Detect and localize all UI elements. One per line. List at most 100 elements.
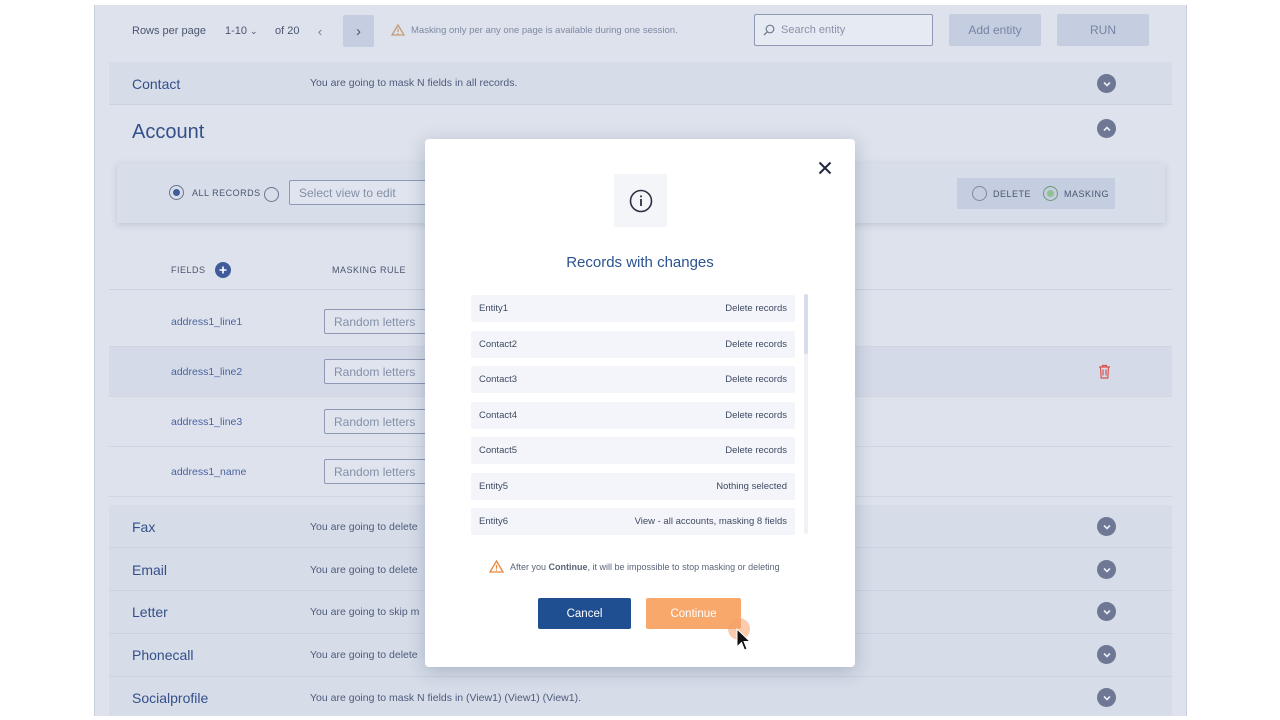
- expand-toggle[interactable]: [1097, 560, 1116, 579]
- action-toggle-group: DELETE MASKING: [957, 178, 1115, 209]
- masking-rule-value: Random letters: [334, 464, 416, 479]
- select-view-input[interactable]: Select view to edit: [289, 180, 439, 205]
- masking-warning-text: Masking only per any one page is availab…: [411, 24, 678, 36]
- entity-title: Email: [132, 562, 168, 578]
- chevron-down-icon: [1102, 695, 1111, 701]
- run-button[interactable]: RUN: [1057, 14, 1149, 46]
- add-entity-button[interactable]: Add entity: [949, 14, 1041, 46]
- record-action: Delete records: [725, 339, 787, 350]
- scrollbar-thumb[interactable]: [804, 294, 808, 354]
- collapse-toggle[interactable]: [1097, 119, 1116, 138]
- entity-row-socialprofile[interactable]: Socialprofile You are going to mask N fi…: [109, 677, 1172, 716]
- entity-description: You are going to skip m: [310, 606, 420, 618]
- expand-toggle[interactable]: [1097, 688, 1116, 707]
- warning-pre: After you: [510, 561, 549, 572]
- record-action: Delete records: [725, 410, 787, 421]
- masking-warning: Masking only per any one page is availab…: [391, 24, 678, 36]
- field-name: address1_line1: [171, 316, 243, 328]
- delete-label: DELETE: [993, 188, 1032, 199]
- view-radio[interactable]: [264, 187, 279, 203]
- chevron-down-icon: [1102, 81, 1111, 87]
- entity-title: Account: [132, 121, 205, 143]
- modal-title: Records with changes: [566, 254, 714, 271]
- expand-toggle[interactable]: [1097, 74, 1116, 93]
- entity-title: Contact: [132, 76, 181, 92]
- plus-icon: [219, 266, 227, 274]
- warning-post: , it will be impossible to stop masking …: [587, 561, 780, 572]
- masking-rule-value: Random letters: [334, 314, 416, 329]
- warning-icon: [489, 560, 504, 573]
- masking-radio[interactable]: [1043, 186, 1059, 201]
- list-item: Contact4 Delete records: [471, 402, 795, 429]
- record-action: Delete records: [725, 303, 787, 314]
- entity-description: You are going to delete: [310, 564, 418, 576]
- cancel-button[interactable]: Cancel: [538, 598, 631, 629]
- close-button[interactable]: [814, 157, 836, 179]
- records-list[interactable]: Entity1 Delete records Contact2 Delete rec…: [425, 294, 855, 538]
- expand-toggle[interactable]: [1097, 645, 1116, 664]
- search-icon: [763, 24, 775, 36]
- list-item: Contact2 Delete records: [471, 331, 795, 358]
- search-placeholder: Search entity: [781, 24, 846, 36]
- chevron-right-icon: ›: [356, 22, 361, 40]
- entity-description: You are going to delete: [310, 649, 418, 661]
- cursor-icon: [736, 628, 752, 651]
- entity-title: Phonecall: [132, 647, 194, 663]
- chevron-down-icon: [1102, 652, 1111, 658]
- list-item: Entity6 View - all accounts, masking 8 fi…: [471, 508, 795, 535]
- field-name: address1_name: [171, 466, 247, 478]
- list-item: Contact3 Delete records: [471, 366, 795, 393]
- record-action: View - all accounts, masking 8 fields: [634, 516, 787, 527]
- list-item: Entity5 Nothing selected: [471, 473, 795, 500]
- search-input[interactable]: Search entity: [754, 14, 933, 46]
- masking-rule-value: Random letters: [334, 364, 416, 379]
- continue-warning: After you Continue, it will be impossibl…: [489, 560, 780, 573]
- chevron-down-icon: ⌄: [250, 25, 258, 36]
- chevron-down-icon: [1102, 524, 1111, 530]
- entity-description: You are going to mask N fields in (View1…: [310, 692, 581, 704]
- all-records-radio[interactable]: ALL RECORDS: [169, 185, 261, 200]
- continue-warning-text: After you Continue, it will be impossibl…: [510, 562, 780, 572]
- warning-bold: Continue: [548, 561, 588, 572]
- entity-description: You are going to mask N fields in all re…: [310, 77, 518, 89]
- expand-toggle[interactable]: [1097, 517, 1116, 536]
- masking-rule-value: Random letters: [334, 414, 416, 429]
- trash-icon: [1099, 364, 1110, 379]
- fields-header: FIELDS: [171, 262, 231, 278]
- entity-description: You are going to delete: [310, 521, 418, 533]
- expand-toggle[interactable]: [1097, 602, 1116, 621]
- masking-rule-header: MASKING RULE: [332, 265, 407, 275]
- record-action: Delete records: [725, 445, 787, 456]
- record-entity: Contact4: [479, 410, 518, 421]
- delete-field-button[interactable]: [1098, 364, 1111, 384]
- entity-row-contact[interactable]: Contact You are going to mask N fields i…: [109, 62, 1172, 105]
- record-action: Nothing selected: [716, 481, 787, 492]
- entity-title: Letter: [132, 604, 168, 620]
- field-name: address1_line3: [171, 416, 243, 428]
- prev-page-button[interactable]: ‹: [310, 21, 330, 41]
- continue-button[interactable]: Continue: [646, 598, 741, 629]
- chevron-left-icon: ‹: [317, 23, 323, 39]
- warning-icon: [391, 24, 405, 36]
- delete-radio[interactable]: [972, 186, 987, 201]
- list-item: Entity1 Delete records: [471, 295, 795, 322]
- chevron-down-icon: [1102, 567, 1111, 573]
- add-field-button[interactable]: [214, 262, 231, 278]
- chevron-down-icon: [1102, 609, 1111, 615]
- record-action: Delete records: [725, 374, 787, 385]
- entity-title: Fax: [132, 519, 156, 535]
- next-page-button[interactable]: ›: [343, 15, 374, 47]
- record-entity: Entity1: [479, 303, 509, 314]
- close-icon: [818, 161, 832, 175]
- field-name: address1_line2: [171, 366, 243, 378]
- record-entity: Contact5: [479, 445, 518, 456]
- records-with-changes-modal: Records with changes Entity1 Delete recor…: [425, 139, 855, 667]
- record-entity: Entity6: [479, 516, 509, 527]
- rows-per-page-select[interactable]: 1-10 ⌄: [225, 25, 258, 37]
- scrollbar-track[interactable]: [804, 294, 808, 534]
- chevron-up-icon: [1102, 125, 1111, 131]
- info-icon: [629, 189, 652, 212]
- record-entity: Contact2: [479, 339, 518, 350]
- rows-range-value: 1-10: [225, 25, 248, 37]
- rows-per-page-label: Rows per page: [132, 25, 206, 37]
